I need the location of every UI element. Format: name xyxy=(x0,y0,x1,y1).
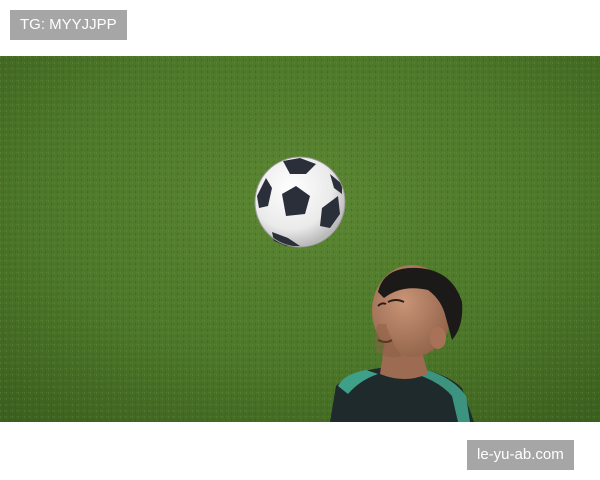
photo-scene xyxy=(0,56,600,422)
soccer-ball-icon xyxy=(254,156,346,248)
watermark-top: TG: MYYJJPP xyxy=(10,10,127,40)
watermark-bottom: le-yu-ab.com xyxy=(467,440,574,470)
watermark-top-text: TG: MYYJJPP xyxy=(20,16,117,33)
photo xyxy=(0,56,600,422)
page: TG: MYYJJPP le-yu-ab.com xyxy=(0,0,600,480)
watermark-bottom-text: le-yu-ab.com xyxy=(477,446,564,463)
